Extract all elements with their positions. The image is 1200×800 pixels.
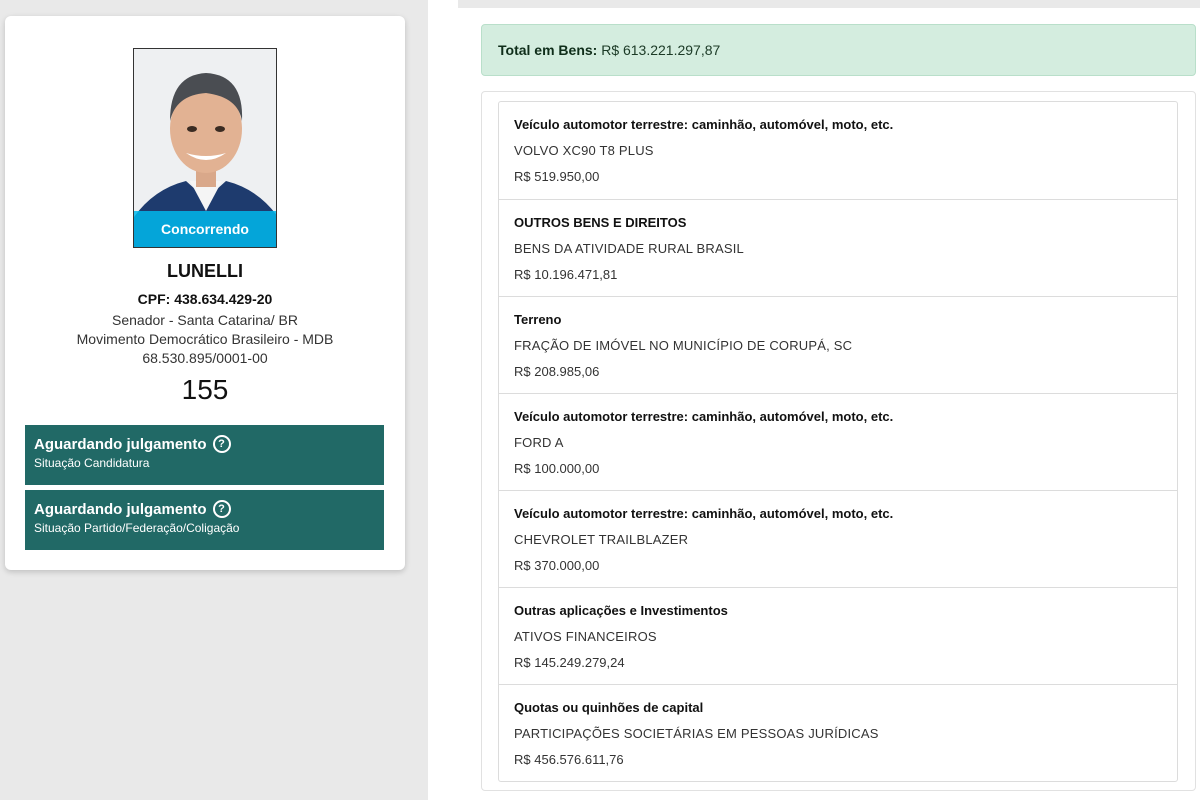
status-partido-title: Aguardando julgamento	[34, 500, 207, 518]
candidate-cpf: CPF: 438.634.429-20	[137, 291, 273, 307]
list-item: Veículo automotor terrestre: caminhão, a…	[499, 393, 1177, 490]
help-circle-icon[interactable]: ?	[212, 500, 231, 518]
candidate-cnpj: 68.530.895/0001-00	[142, 350, 268, 366]
candidate-status-badge: Concorrendo	[134, 211, 276, 247]
status-candidatura: Aguardando julgamento ? Situação Candida…	[25, 425, 384, 485]
candidate-office: Senador - Santa Catarina/ BR	[112, 312, 298, 328]
asset-description: ATIVOS FINANCEIROS	[514, 629, 657, 644]
asset-type: Veículo automotor terrestre: caminhão, a…	[514, 117, 894, 132]
total-assets-value: R$ 613.221.297,87	[601, 42, 721, 58]
asset-value: R$ 145.249.279,24	[514, 655, 625, 670]
list-item: Outras aplicações e Investimentos ATIVOS…	[499, 587, 1177, 684]
status-partido: Aguardando julgamento ? Situação Partido…	[25, 490, 384, 550]
list-item: Quotas ou quinhões de capital PARTICIPAÇ…	[499, 684, 1177, 781]
assets-list: Veículo automotor terrestre: caminhão, a…	[498, 101, 1178, 782]
asset-description: FRAÇÃO DE IMÓVEL NO MUNICÍPIO DE CORUPÁ,…	[514, 338, 853, 353]
asset-value: R$ 519.950,00	[514, 169, 600, 184]
list-item: OUTROS BENS E DIREITOS BENS DA ATIVIDADE…	[499, 199, 1177, 296]
asset-type: Quotas ou quinhões de capital	[514, 700, 704, 715]
list-item: Veículo automotor terrestre: caminhão, a…	[499, 102, 1177, 199]
total-assets-label: Total em Bens:	[498, 42, 598, 58]
asset-type: OUTROS BENS E DIREITOS	[514, 215, 687, 230]
asset-value: R$ 10.196.471,81	[514, 267, 618, 282]
candidate-card: Concorrendo LUNELLI CPF: 438.634.429-20 …	[5, 16, 405, 570]
asset-description: VOLVO XC90 T8 PLUS	[514, 143, 654, 158]
status-candidatura-subtitle: Situação Candidatura	[34, 456, 150, 470]
asset-value: R$ 100.000,00	[514, 461, 600, 476]
asset-type: Veículo automotor terrestre: caminhão, a…	[514, 506, 894, 521]
asset-description: PARTICIPAÇÕES SOCIETÁRIAS EM PESSOAS JUR…	[514, 726, 879, 741]
asset-value: R$ 208.985,06	[514, 364, 600, 379]
list-item: Terreno FRAÇÃO DE IMÓVEL NO MUNICÍPIO DE…	[499, 296, 1177, 393]
asset-value: R$ 370.000,00	[514, 558, 600, 573]
page: Concorrendo LUNELLI CPF: 438.634.429-20 …	[0, 0, 1200, 800]
list-item: Veículo automotor terrestre: caminhão, a…	[499, 490, 1177, 587]
asset-description: CHEVROLET TRAILBLAZER	[514, 532, 689, 547]
asset-type: Outras aplicações e Investimentos	[514, 603, 728, 618]
candidate-number: 155	[181, 374, 229, 405]
candidate-party: Movimento Democrático Brasileiro - MDB	[76, 331, 334, 347]
total-assets-banner: Total em Bens: R$ 613.221.297,87	[481, 24, 1196, 76]
asset-value: R$ 456.576.611,76	[514, 752, 624, 767]
asset-type: Terreno	[514, 312, 562, 327]
candidate-name: LUNELLI	[167, 261, 243, 281]
status-partido-subtitle: Situação Partido/Federação/Coligação	[34, 521, 240, 535]
help-circle-icon[interactable]: ?	[212, 435, 231, 453]
assets-panel: Total em Bens: R$ 613.221.297,87 Veículo…	[428, 0, 1200, 800]
status-candidatura-title: Aguardando julgamento	[34, 435, 207, 453]
asset-type: Veículo automotor terrestre: caminhão, a…	[514, 409, 894, 424]
assets-container: Veículo automotor terrestre: caminhão, a…	[481, 91, 1196, 791]
candidate-photo: Concorrendo	[133, 48, 277, 248]
asset-description: FORD A	[514, 435, 564, 450]
asset-description: BENS DA ATIVIDADE RURAL BRASIL	[514, 241, 744, 256]
